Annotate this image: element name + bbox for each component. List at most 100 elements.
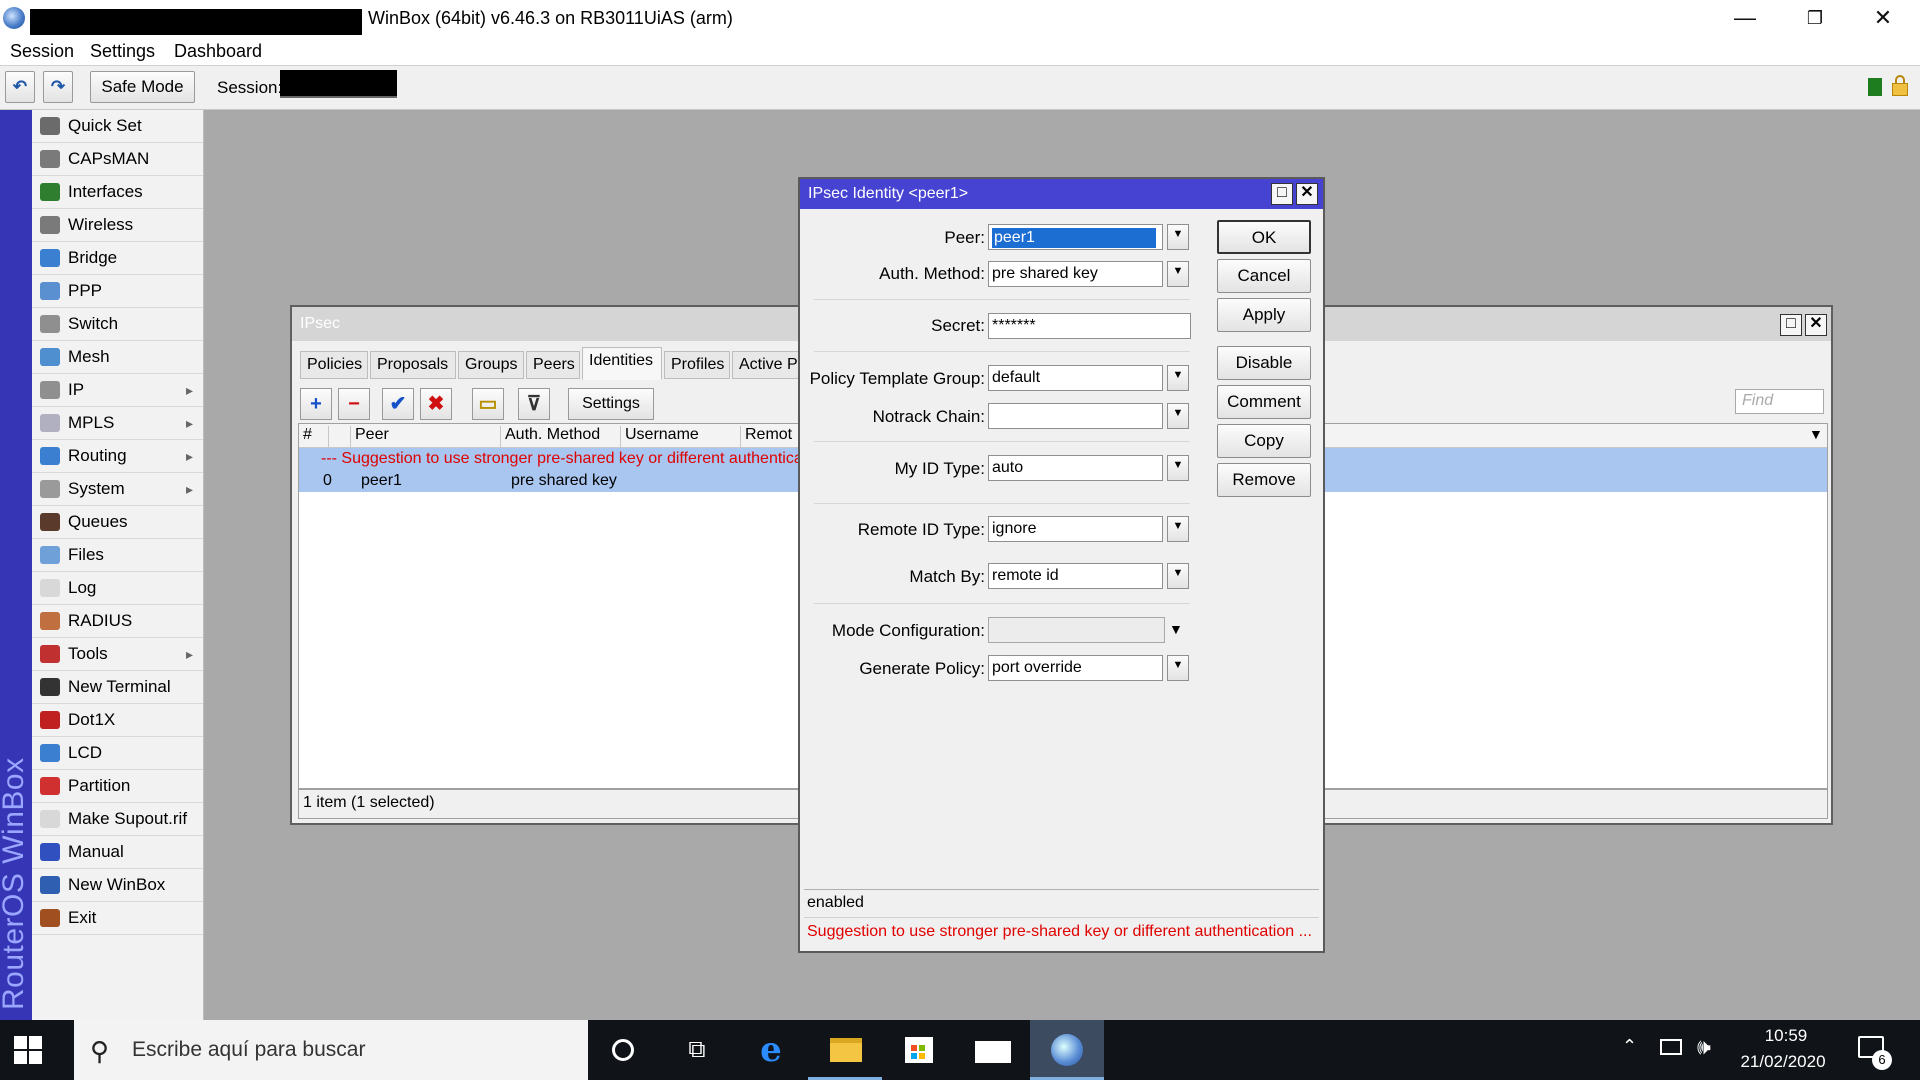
sidebar-item-exit[interactable]: Exit bbox=[32, 902, 203, 935]
comment-icon[interactable]: ▭ bbox=[472, 388, 504, 420]
comment-button[interactable]: Comment bbox=[1217, 385, 1311, 419]
sidebar-item-partition[interactable]: Partition bbox=[32, 770, 203, 803]
minimize-button[interactable]: — bbox=[1710, 2, 1780, 34]
column-peer[interactable]: Peer bbox=[351, 426, 501, 448]
column-username[interactable]: Username bbox=[621, 426, 741, 448]
sidebar-item-wireless[interactable]: Wireless bbox=[32, 209, 203, 242]
cortana-icon[interactable] bbox=[586, 1020, 660, 1080]
column-auth-method[interactable]: Auth. Method bbox=[501, 426, 621, 448]
session-field[interactable] bbox=[280, 70, 397, 98]
identity-titlebar[interactable]: IPsec Identity <peer1> □ ✕ bbox=[800, 179, 1323, 209]
match-by-select[interactable]: remote id bbox=[988, 563, 1163, 589]
sidebar-item-make-supout-rif[interactable]: Make Supout.rif bbox=[32, 803, 203, 836]
close-button[interactable]: ✕ bbox=[1848, 2, 1918, 34]
sidebar-item-dot1x[interactable]: Dot1X bbox=[32, 704, 203, 737]
tab-groups[interactable]: Groups bbox=[458, 351, 524, 379]
secret-input[interactable]: ******* bbox=[988, 313, 1191, 339]
network-icon[interactable] bbox=[1660, 1039, 1682, 1055]
tab-peers[interactable]: Peers bbox=[526, 351, 580, 379]
sidebar-item-bridge[interactable]: Bridge bbox=[32, 242, 203, 275]
find-input[interactable]: Find bbox=[1735, 389, 1824, 414]
menu-session[interactable]: Session bbox=[10, 41, 74, 62]
auth-method-select[interactable]: pre shared key bbox=[988, 261, 1163, 287]
remove-icon[interactable]: − bbox=[338, 388, 370, 420]
notrack-chain-select[interactable] bbox=[988, 403, 1163, 429]
my-id-type-select[interactable]: auto bbox=[988, 455, 1163, 481]
peer-select[interactable]: peer1 bbox=[988, 224, 1163, 250]
close-icon[interactable]: ✕ bbox=[1296, 183, 1318, 205]
column-flags[interactable] bbox=[329, 426, 351, 448]
edge-browser-icon[interactable]: e bbox=[734, 1020, 808, 1080]
filter-icon[interactable]: ⊽ bbox=[518, 388, 550, 420]
tray-expand-icon[interactable]: ⌃ bbox=[1622, 1036, 1637, 1057]
settings-button[interactable]: Settings bbox=[568, 388, 654, 420]
sidebar-item-routing[interactable]: Routing ▸ bbox=[32, 440, 203, 473]
taskbar-search[interactable]: ⚲ Escribe aquí para buscar bbox=[74, 1020, 588, 1080]
generate-policy-dropdown-icon[interactable]: ▼ bbox=[1167, 655, 1189, 681]
copy-button[interactable]: Copy bbox=[1217, 424, 1311, 458]
sidebar-item-new-winbox[interactable]: New WinBox bbox=[32, 869, 203, 902]
sidebar-item-tools[interactable]: Tools ▸ bbox=[32, 638, 203, 671]
columns-dropdown-icon[interactable]: ▼ bbox=[1809, 426, 1823, 442]
sidebar-item-system[interactable]: System ▸ bbox=[32, 473, 203, 506]
sidebar-item-manual[interactable]: Manual bbox=[32, 836, 203, 869]
maximize-icon[interactable]: □ bbox=[1780, 314, 1802, 336]
column-number[interactable]: # bbox=[299, 426, 329, 448]
sidebar-item-queues[interactable]: Queues bbox=[32, 506, 203, 539]
mail-icon[interactable] bbox=[956, 1020, 1030, 1080]
ok-button[interactable]: OK bbox=[1217, 220, 1311, 254]
add-icon[interactable]: + bbox=[300, 388, 332, 420]
sidebar-item-log[interactable]: Log bbox=[32, 572, 203, 605]
clock-time[interactable]: 10:59 bbox=[1744, 1026, 1828, 1046]
volume-icon[interactable]: 🕪 bbox=[1697, 1034, 1711, 1060]
mode-configuration-dropdown-icon[interactable]: ▼ bbox=[1169, 621, 1183, 637]
sidebar-item-ip[interactable]: IP ▸ bbox=[32, 374, 203, 407]
redo-button[interactable]: ↷ bbox=[43, 71, 73, 103]
disable-button[interactable]: Disable bbox=[1217, 346, 1311, 380]
policy-template-group-dropdown-icon[interactable]: ▼ bbox=[1167, 365, 1189, 391]
policy-template-group-select[interactable]: default bbox=[988, 365, 1163, 391]
tab-policies[interactable]: Policies bbox=[300, 351, 368, 379]
sidebar-item-capsman[interactable]: CAPsMAN bbox=[32, 143, 203, 176]
tab-proposals[interactable]: Proposals bbox=[370, 351, 456, 379]
task-view-icon[interactable]: ⧉ bbox=[660, 1020, 734, 1080]
restore-button[interactable]: ❐ bbox=[1780, 2, 1850, 34]
maximize-icon[interactable]: □ bbox=[1271, 183, 1293, 205]
sidebar-item-interfaces[interactable]: Interfaces bbox=[32, 176, 203, 209]
clock-date[interactable]: 21/02/2020 bbox=[1728, 1052, 1838, 1072]
store-icon[interactable] bbox=[882, 1020, 956, 1080]
enable-icon[interactable]: ✔ bbox=[382, 388, 414, 420]
sidebar-item-mesh[interactable]: Mesh bbox=[32, 341, 203, 374]
sidebar-item-radius[interactable]: RADIUS bbox=[32, 605, 203, 638]
close-icon[interactable]: ✕ bbox=[1805, 314, 1827, 336]
sidebar-item-switch[interactable]: Switch bbox=[32, 308, 203, 341]
auth-method-dropdown-icon[interactable]: ▼ bbox=[1167, 261, 1189, 287]
my-id-type-dropdown-icon[interactable]: ▼ bbox=[1167, 455, 1189, 481]
apply-button[interactable]: Apply bbox=[1217, 298, 1311, 332]
sidebar-item-quick-set[interactable]: Quick Set bbox=[32, 110, 203, 143]
column-remote[interactable]: Remot bbox=[741, 426, 801, 448]
notrack-chain-dropdown-icon[interactable]: ▼ bbox=[1167, 403, 1189, 429]
sidebar-item-ppp[interactable]: PPP bbox=[32, 275, 203, 308]
cancel-button[interactable]: Cancel bbox=[1217, 259, 1311, 293]
menu-settings[interactable]: Settings bbox=[90, 41, 155, 62]
generate-policy-select[interactable]: port override bbox=[988, 655, 1163, 681]
mode-configuration-select[interactable] bbox=[988, 617, 1165, 643]
disable-icon[interactable]: ✖ bbox=[420, 388, 452, 420]
winbox-taskbar-icon[interactable] bbox=[1030, 1020, 1104, 1080]
tab-profiles[interactable]: Profiles bbox=[664, 351, 730, 379]
sidebar-item-lcd[interactable]: LCD bbox=[32, 737, 203, 770]
menu-dashboard[interactable]: Dashboard bbox=[174, 41, 262, 62]
sidebar-item-new-terminal[interactable]: New Terminal bbox=[32, 671, 203, 704]
peer-dropdown-icon[interactable]: ▼ bbox=[1167, 224, 1189, 250]
sidebar-item-mpls[interactable]: MPLS ▸ bbox=[32, 407, 203, 440]
windows-start-icon[interactable] bbox=[14, 1036, 42, 1064]
tab-identities[interactable]: Identities bbox=[582, 347, 662, 380]
sidebar-item-files[interactable]: Files bbox=[32, 539, 203, 572]
remove-button[interactable]: Remove bbox=[1217, 463, 1311, 497]
match-by-dropdown-icon[interactable]: ▼ bbox=[1167, 563, 1189, 589]
remote-id-type-dropdown-icon[interactable]: ▼ bbox=[1167, 516, 1189, 542]
undo-button[interactable]: ↶ bbox=[5, 71, 35, 103]
safe-mode-button[interactable]: Safe Mode bbox=[90, 71, 195, 103]
remote-id-type-select[interactable]: ignore bbox=[988, 516, 1163, 542]
